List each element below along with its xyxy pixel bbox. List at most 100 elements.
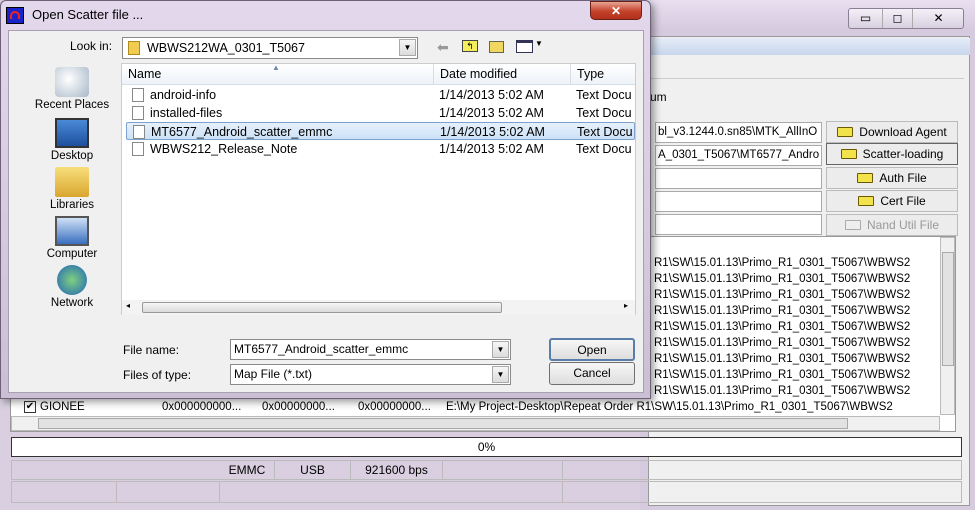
file-list: Name ▲ Date modified Type android-info 1… bbox=[121, 63, 636, 315]
chevron-down-icon[interactable]: ▼ bbox=[535, 39, 543, 48]
cancel-button[interactable]: Cancel bbox=[549, 362, 635, 385]
new-folder-icon[interactable] bbox=[489, 41, 504, 53]
status-cell bbox=[12, 482, 117, 502]
file-name-input[interactable]: MT6577_Android_scatter_emmc ▼ bbox=[230, 339, 511, 360]
row-end: 0x00000000... bbox=[262, 401, 335, 413]
progress-text: 0% bbox=[477, 440, 496, 454]
partial-label: um bbox=[650, 90, 667, 104]
row-checkbox[interactable]: ✔ bbox=[24, 401, 36, 413]
file-type: Text Docu bbox=[576, 142, 632, 156]
place-network[interactable]: Network bbox=[17, 265, 127, 309]
status-baud: 921600 bps bbox=[351, 461, 443, 479]
file-date: 1/14/2013 5:02 AM bbox=[439, 106, 544, 120]
chevron-down-icon[interactable]: ▼ bbox=[492, 366, 509, 383]
file-list-header: Name ▲ Date modified Type bbox=[122, 63, 637, 85]
table-row[interactable]: R1\SW\15.01.13\Primo_R1_0301_T5067\WBWS2 bbox=[654, 383, 939, 399]
dialog-close-button[interactable]: ✕ bbox=[590, 1, 642, 20]
place-recent[interactable]: Recent Places bbox=[17, 67, 127, 111]
open-scatter-dialog: Open Scatter file ... ✕ Look in: WBWS212… bbox=[0, 0, 651, 399]
text-file-icon bbox=[132, 106, 144, 120]
table-row[interactable]: R1\SW\15.01.13\Primo_R1_0301_T5067\WBWS2 bbox=[654, 271, 939, 287]
folder-icon bbox=[857, 173, 874, 183]
place-libraries[interactable]: Libraries bbox=[17, 167, 127, 211]
download-agent-button[interactable]: Download Agent bbox=[826, 121, 958, 143]
text-file-icon bbox=[133, 125, 145, 139]
scroll-thumb[interactable] bbox=[38, 418, 848, 429]
button-label: Download Agent bbox=[859, 125, 947, 139]
scroll-right-icon[interactable]: ▸ bbox=[624, 301, 628, 310]
file-name-value: MT6577_Android_scatter_emmc bbox=[234, 342, 409, 356]
file-type: Text Docu bbox=[577, 125, 633, 139]
back-icon[interactable]: ⬅ bbox=[437, 39, 449, 56]
table-row[interactable]: R1\SW\15.01.13\Primo_R1_0301_T5067\WBWS2 bbox=[654, 319, 939, 335]
scatter-loading-button[interactable]: Scatter-loading bbox=[826, 143, 958, 165]
file-name: MT6577_Android_scatter_emmc bbox=[151, 125, 333, 139]
app-icon bbox=[6, 7, 24, 24]
folder-icon bbox=[128, 41, 140, 55]
table-row[interactable]: R1\SW\15.01.13\Primo_R1_0301_T5067\WBWS2 bbox=[654, 255, 939, 271]
scatter-path[interactable]: A_0301_T5067\MT6577_Andro bbox=[655, 145, 822, 166]
file-date: 1/14/2013 5:02 AM bbox=[439, 88, 544, 102]
auth-file-button[interactable]: Auth File bbox=[826, 167, 958, 189]
look-in-dropdown[interactable]: WBWS212WA_0301_T5067 ▼ bbox=[122, 37, 418, 59]
table-row[interactable]: R1\SW\15.01.13\Primo_R1_0301_T5067\WBWS2 bbox=[654, 303, 939, 319]
table-row[interactable]: R1\SW\15.01.13\Primo_R1_0301_T5067\WBWS2 bbox=[654, 367, 939, 383]
text-file-icon bbox=[132, 88, 144, 102]
file-row[interactable]: installed-files 1/14/2013 5:02 AM Text D… bbox=[126, 104, 635, 122]
table-row[interactable]: R1\SW\15.01.13\Primo_R1_0301_T5067\WBWS2 bbox=[654, 351, 939, 367]
vertical-scrollbar[interactable] bbox=[940, 237, 955, 415]
chevron-down-icon[interactable]: ▼ bbox=[399, 39, 416, 56]
file-type-select[interactable]: Map File (*.txt) ▼ bbox=[230, 364, 511, 385]
chevron-down-icon[interactable]: ▼ bbox=[492, 341, 509, 358]
up-folder-icon[interactable]: ↰ bbox=[462, 40, 478, 52]
row-begin: 0x000000000... bbox=[162, 401, 242, 413]
horizontal-scrollbar[interactable] bbox=[11, 416, 940, 431]
place-label: Network bbox=[50, 297, 94, 309]
scroll-thumb[interactable] bbox=[942, 252, 954, 366]
cert-file-button[interactable]: Cert File bbox=[826, 190, 958, 212]
table-row[interactable]: R1\SW\15.01.13\Primo_R1_0301_T5067\WBWS2 bbox=[654, 335, 939, 351]
look-in-value: WBWS212WA_0301_T5067 bbox=[147, 41, 305, 55]
scroll-thumb[interactable] bbox=[142, 302, 502, 313]
window-controls: ▭ ◻ ✕ bbox=[848, 8, 964, 29]
folder-icon bbox=[837, 127, 854, 137]
table-row[interactable]: R1\SW\15.01.13\Primo_R1_0301_T5067\WBWS2 bbox=[654, 287, 939, 303]
file-type-value: Map File (*.txt) bbox=[234, 367, 313, 381]
toolbar-strip bbox=[648, 38, 970, 55]
folder-icon bbox=[840, 149, 857, 159]
open-button[interactable]: Open bbox=[549, 338, 635, 361]
close-button[interactable]: ✕ bbox=[912, 9, 964, 28]
file-row[interactable]: WBWS212_Release_Note 1/14/2013 5:02 AM T… bbox=[126, 140, 635, 158]
place-desktop[interactable]: Desktop bbox=[17, 118, 127, 162]
file-type: Text Docu bbox=[576, 88, 632, 102]
status-bar: EMMC USB 921600 bps bbox=[11, 460, 962, 480]
status-bar-2 bbox=[11, 481, 962, 503]
recent-places-icon bbox=[55, 67, 89, 97]
restore-button[interactable]: ◻ bbox=[882, 9, 912, 28]
download-agent-path[interactable]: bl_v3.1244.0.sn85\MTK_AllInO bbox=[655, 122, 822, 143]
file-list-hscrollbar[interactable]: ◂ ▸ bbox=[122, 300, 635, 315]
cert-path[interactable] bbox=[655, 191, 822, 212]
view-menu-icon[interactable] bbox=[516, 40, 533, 53]
scroll-left-icon[interactable]: ◂ bbox=[126, 301, 130, 310]
place-computer[interactable]: Computer bbox=[17, 216, 127, 260]
computer-icon bbox=[55, 216, 89, 246]
file-name-label: File name: bbox=[123, 343, 180, 357]
minimize-button[interactable]: ▭ bbox=[849, 9, 882, 28]
file-type: Text Docu bbox=[576, 106, 632, 120]
row-path: E:\My Project-Desktop\Repeat Order R1\SW… bbox=[446, 401, 893, 413]
row-name: GIONEE bbox=[40, 401, 85, 413]
progress-bar: 0% bbox=[11, 437, 962, 457]
nand-util-path[interactable] bbox=[655, 214, 822, 235]
column-type[interactable]: Type bbox=[571, 64, 637, 85]
column-date[interactable]: Date modified bbox=[434, 64, 571, 85]
auth-path[interactable] bbox=[655, 168, 822, 189]
file-row[interactable]: android-info 1/14/2013 5:02 AM Text Docu bbox=[126, 86, 635, 104]
table-row[interactable]: ✔ GIONEE 0x000000000... 0x00000000... 0x… bbox=[12, 399, 940, 415]
file-row[interactable]: MT6577_Android_scatter_emmc 1/14/2013 5:… bbox=[126, 122, 635, 140]
desktop-icon bbox=[55, 118, 89, 148]
button-label: Auth File bbox=[879, 171, 927, 185]
place-label: Computer bbox=[46, 248, 98, 260]
nand-util-file-button[interactable]: Nand Util File bbox=[826, 214, 958, 236]
place-label: Libraries bbox=[49, 199, 95, 211]
